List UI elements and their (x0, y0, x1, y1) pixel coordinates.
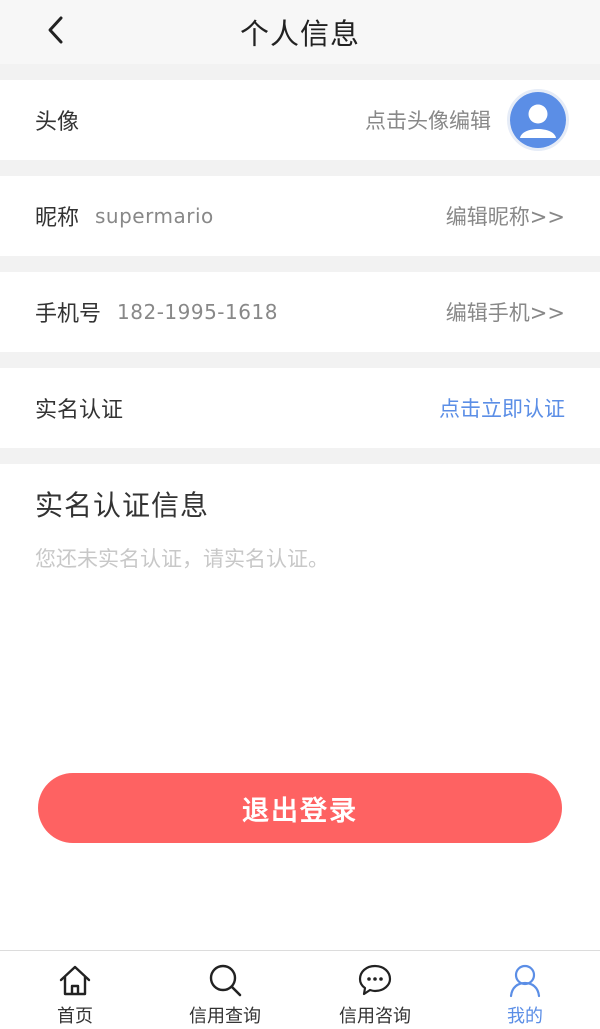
verify-now-link[interactable]: 点击立即认证 (439, 393, 565, 423)
page-title: 个人信息 (239, 17, 360, 51)
realname-info-title: 实名认证信息 (35, 489, 210, 522)
nickname-label: 昵称 (35, 206, 80, 231)
user-avatar-icon (510, 92, 566, 148)
realname-label: 实名认证 (35, 398, 124, 423)
edit-avatar-link[interactable]: 点击头像编辑 (365, 105, 491, 135)
logout-button[interactable]: 退出登录 (38, 773, 562, 843)
navigation-bar: 个人信息 (0, 0, 600, 64)
edit-nickname-link[interactable]: 编辑昵称>> (446, 201, 565, 231)
nickname-row: 昵称 supermario 编辑昵称>> (0, 176, 600, 256)
nickname-value: supermario (95, 204, 214, 228)
realname-empty-text: 您还未实名认证，请实名认证。 (35, 547, 329, 571)
tab-home[interactable]: 首页 (0, 951, 150, 1029)
phone-row: 手机号 182-1995-1618 编辑手机>> (0, 272, 600, 352)
phone-value: 182-1995-1618 (117, 300, 278, 324)
tab-home-label: 首页 (57, 1006, 93, 1027)
tab-credit-query-label: 信用查询 (189, 1006, 261, 1027)
tab-credit-query[interactable]: 信用查询 (150, 951, 300, 1029)
tab-credit-consult[interactable]: 信用咨询 (300, 951, 450, 1029)
avatar-row[interactable]: 头像 点击头像编辑 (0, 80, 600, 160)
tab-mine-label: 我的 (507, 1006, 543, 1027)
chat-icon (358, 964, 392, 996)
realname-row: 实名认证 点击立即认证 (0, 368, 600, 448)
user-icon (509, 964, 541, 998)
tab-bar: 首页 信用查询 信用咨询 我的 (0, 950, 600, 1029)
home-icon (59, 965, 91, 996)
realname-info-section: 实名认证信息 您还未实名认证，请实名认证。 (0, 464, 600, 950)
back-button[interactable] (38, 10, 72, 50)
tab-mine[interactable]: 我的 (450, 951, 600, 1029)
search-icon (209, 964, 242, 997)
avatar-label: 头像 (35, 110, 80, 135)
phone-label: 手机号 (35, 302, 102, 327)
edit-phone-link[interactable]: 编辑手机>> (446, 297, 565, 327)
avatar[interactable] (507, 89, 569, 151)
chevron-left-icon (48, 16, 63, 44)
tab-credit-consult-label: 信用咨询 (339, 1006, 411, 1027)
